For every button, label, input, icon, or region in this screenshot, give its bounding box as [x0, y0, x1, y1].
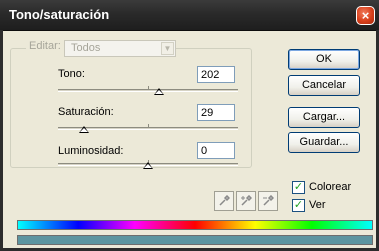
lightness-slider-thumb[interactable]	[143, 162, 153, 169]
hue-label: Tono:	[58, 68, 85, 80]
ok-button[interactable]: OK	[288, 49, 360, 70]
lightness-label: Luminosidad:	[58, 145, 124, 157]
saturation-label: Saturación:	[58, 106, 114, 118]
saturation-slider-thumb[interactable]	[79, 126, 90, 133]
window-border-left	[0, 30, 3, 251]
lightness-slider[interactable]	[58, 160, 238, 169]
colorize-checkbox[interactable]: ✓	[292, 181, 305, 194]
save-button[interactable]: Guardar...	[288, 132, 360, 153]
preview-checkbox[interactable]: ✓	[292, 199, 305, 212]
hue-slider[interactable]	[58, 86, 238, 95]
hue-slider-center-tick	[148, 86, 149, 90]
lightness-input[interactable]	[197, 142, 235, 159]
saturation-slider[interactable]	[58, 124, 238, 133]
close-button[interactable]: ×	[356, 6, 375, 25]
eyedropper-minus-icon[interactable]	[258, 191, 278, 211]
saturation-input[interactable]	[197, 104, 235, 121]
title-bar[interactable]: Tono/saturación ×	[0, 0, 379, 31]
hue-result-bar	[17, 235, 373, 245]
edit-select[interactable]: Todos ▼	[64, 40, 176, 57]
colorize-label[interactable]: Colorear	[309, 181, 351, 193]
hue-slider-thumb[interactable]	[153, 88, 164, 95]
saturation-slider-center-tick	[148, 124, 149, 128]
eyedropper-plus-icon[interactable]	[236, 191, 256, 211]
load-button[interactable]: Cargar...	[288, 107, 360, 128]
hue-spectrum-bar	[17, 220, 373, 230]
cancel-button[interactable]: Cancelar	[288, 75, 360, 96]
chevron-down-icon[interactable]: ▼	[161, 42, 174, 55]
eyedropper-icon[interactable]	[214, 191, 234, 211]
window-title: Tono/saturación	[9, 7, 110, 22]
edit-label: Editar:	[26, 40, 64, 52]
close-icon: ×	[361, 8, 370, 23]
edit-select-value: Todos	[71, 42, 101, 54]
hue-saturation-dialog: Tono/saturación × Editar: Todos ▼ Tono: …	[0, 0, 379, 251]
hue-input[interactable]	[197, 66, 235, 83]
preview-label[interactable]: Ver	[309, 199, 326, 211]
